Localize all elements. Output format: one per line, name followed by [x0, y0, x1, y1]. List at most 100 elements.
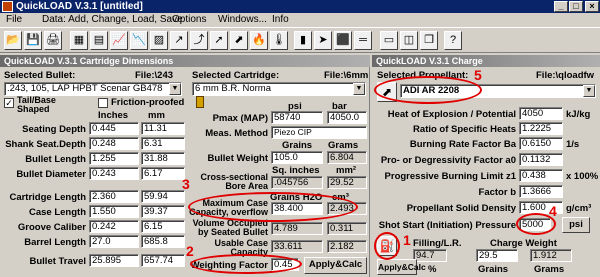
dimension-mm-field[interactable]: 657.74: [141, 254, 185, 267]
propellant-param-field[interactable]: 0.1132: [519, 153, 563, 166]
dimension-inches-field[interactable]: 27.0: [89, 235, 139, 248]
dimension-mm-field[interactable]: 6.17: [141, 167, 185, 180]
apply-calc-button-cartridge[interactable]: Apply&Calc: [304, 257, 367, 274]
tail-base-checkbox[interactable]: ✓: [4, 98, 14, 108]
volume-occupied-grains-field: 4.789: [271, 222, 323, 235]
dimension-mm-field[interactable]: 39.37: [141, 205, 185, 218]
propellant-param-field[interactable]: 0.438: [519, 169, 563, 182]
dimension-mm-field[interactable]: 31.88: [141, 152, 185, 165]
pmax-psi-field[interactable]: 58740: [271, 111, 323, 124]
cross-mm2-field: 29.52: [327, 176, 367, 189]
cartridge-dropdown-icon[interactable]: ▼: [353, 83, 365, 95]
dimension-inches-field[interactable]: 0.243: [89, 167, 139, 180]
velocity-icon[interactable]: ➚: [210, 31, 228, 50]
dimension-inches-field[interactable]: 25.895: [89, 254, 139, 267]
menu-options[interactable]: Options: [172, 13, 206, 27]
title-bar: QuickLOAD V.3.1 [untitled]: [0, 0, 600, 13]
cartridge-case-icon: [196, 96, 204, 108]
cascade-icon[interactable]: ❐: [420, 31, 438, 50]
shot-start-unit-button[interactable]: psi: [562, 217, 590, 233]
calculate-icon[interactable]: ▦: [70, 31, 88, 50]
pmax-bar-field[interactable]: 4050.0: [327, 111, 367, 124]
annotation-ellipse-2: [190, 254, 302, 274]
dimension-mm-field[interactable]: 685.8: [141, 235, 185, 248]
dimension-inches-field[interactable]: 0.242: [89, 220, 139, 233]
menu-data[interactable]: Data: Add, Change, Load, Save: [42, 13, 183, 27]
pressure-icon[interactable]: ⤴: [190, 31, 208, 50]
powder-icon[interactable]: ⬛: [334, 31, 352, 50]
meas-method-label: Meas. Method: [205, 128, 268, 139]
dimension-label: Seating Depth: [22, 124, 86, 135]
bullet-weight-grains-field[interactable]: 105.0: [271, 151, 323, 164]
print-icon[interactable]: 🖨: [44, 31, 62, 50]
chart-icon[interactable]: 📉: [130, 31, 148, 50]
window-title: QuickLOAD V.3.1 [untitled]: [16, 1, 143, 12]
menu-file[interactable]: File: [6, 13, 22, 27]
diagram-icon[interactable]: ↗: [170, 31, 188, 50]
propellant-dropdown-icon[interactable]: ▼: [583, 85, 595, 97]
usable-case-grains-field: 33.611: [271, 240, 323, 253]
dimension-label: Cartridge Length: [9, 192, 86, 203]
bullet-dropdown-icon[interactable]: ▼: [169, 83, 181, 95]
close-icon[interactable]: ×: [585, 1, 599, 12]
dimension-inches-field[interactable]: 1.550: [89, 205, 139, 218]
charge-grains-field[interactable]: 29.5: [476, 249, 518, 262]
propellant-param-label: Factor b: [478, 187, 516, 198]
mm2-column-header: mm²: [336, 165, 357, 176]
barrel-icon[interactable]: ═: [354, 31, 372, 50]
save-icon[interactable]: 💾: [24, 31, 42, 50]
dimension-inches-field[interactable]: 0.248: [89, 137, 139, 150]
burn-icon[interactable]: 🔥: [250, 31, 268, 50]
compare-icon[interactable]: ▨: [150, 31, 168, 50]
annotation-2: 2: [186, 243, 194, 259]
selected-cartridge-label: Selected Cartridge:: [192, 70, 280, 81]
bullet-weight-label: Bullet Weight: [207, 153, 268, 164]
tail-base-label: Tail/Base Shaped: [17, 95, 56, 114]
cartridge-select[interactable]: 6 mm B.R. Norma: [192, 82, 366, 96]
graph-icon[interactable]: 📈: [110, 31, 128, 50]
grains-column-header: Grains: [282, 140, 313, 151]
window-icon[interactable]: ▭: [380, 31, 398, 50]
friction-proofed-checkbox[interactable]: [98, 98, 108, 108]
dimension-mm-field[interactable]: 59.94: [141, 190, 185, 203]
menu-windows[interactable]: Windows...: [218, 13, 267, 27]
dimension-mm-field[interactable]: 6.31: [141, 137, 185, 150]
dimension-label: Groove Caliber: [17, 222, 86, 233]
dimension-inches-field[interactable]: 0.445: [89, 122, 139, 135]
bullet-icon[interactable]: ➤: [314, 31, 332, 50]
friction-proofed-label: Friction-proofed: [111, 97, 185, 108]
propellant-param-field[interactable]: 1.3666: [519, 185, 563, 198]
app-icon[interactable]: [2, 1, 13, 12]
propellant-param-label: Pro- or Degressivity Factor a0: [380, 155, 516, 166]
dimension-mm-field[interactable]: 11.31: [141, 122, 185, 135]
inches-column-header: Inches: [98, 110, 129, 121]
help-icon[interactable]: ?: [444, 31, 462, 50]
cartridge-file-label: File:\6mm: [324, 70, 369, 81]
dimension-inches-field[interactable]: 2.360: [89, 190, 139, 203]
grains-unit: Grains: [478, 264, 509, 275]
dimension-mm-field[interactable]: 6.15: [141, 220, 185, 233]
dimension-inches-field[interactable]: 1.255: [89, 152, 139, 165]
propellant-param-field[interactable]: 0.6150: [519, 137, 563, 150]
table-icon[interactable]: ▤: [90, 31, 108, 50]
cartridge-panel-header: QuickLOAD V.3.1 Cartridge Dimensions: [0, 55, 370, 67]
menu-info[interactable]: Info: [272, 13, 289, 27]
minimize-icon[interactable]: _: [554, 1, 568, 12]
open-icon[interactable]: 📂: [4, 31, 22, 50]
toolbar: 📂 💾 🖨 ▦ ▤ 📈 📉 ▨ ↗ ⤴ ➚ ⬈ 🔥 🌡 ▮ ➤ ⬛ ═ ▭ ◫ …: [0, 27, 600, 53]
meas-method-field[interactable]: Piezo CIP: [271, 126, 367, 139]
cartridge-icon[interactable]: ▮: [294, 31, 312, 50]
grams-unit: Grams: [534, 264, 565, 275]
charge-panel-header: QuickLOAD V.3.1 Charge: [372, 55, 600, 67]
temperature-icon[interactable]: 🌡: [270, 31, 288, 50]
bullet-weight-grams-field: 6.804: [327, 151, 367, 164]
bullet-select[interactable]: .243, 105, LAP HPBT Scenar GB478: [4, 82, 182, 96]
usable-case-cm3-field: 2.182: [327, 240, 367, 253]
energy-icon[interactable]: ⬈: [230, 31, 248, 50]
apply-calc-button-charge[interactable]: Apply&Calc: [377, 259, 426, 275]
propellant-param-field[interactable]: 4050: [519, 107, 563, 120]
maximize-icon[interactable]: □: [569, 1, 583, 12]
propellant-param-field[interactable]: 1.2225: [519, 122, 563, 135]
tile-icon[interactable]: ◫: [400, 31, 418, 50]
annotation-3: 3: [182, 176, 190, 192]
